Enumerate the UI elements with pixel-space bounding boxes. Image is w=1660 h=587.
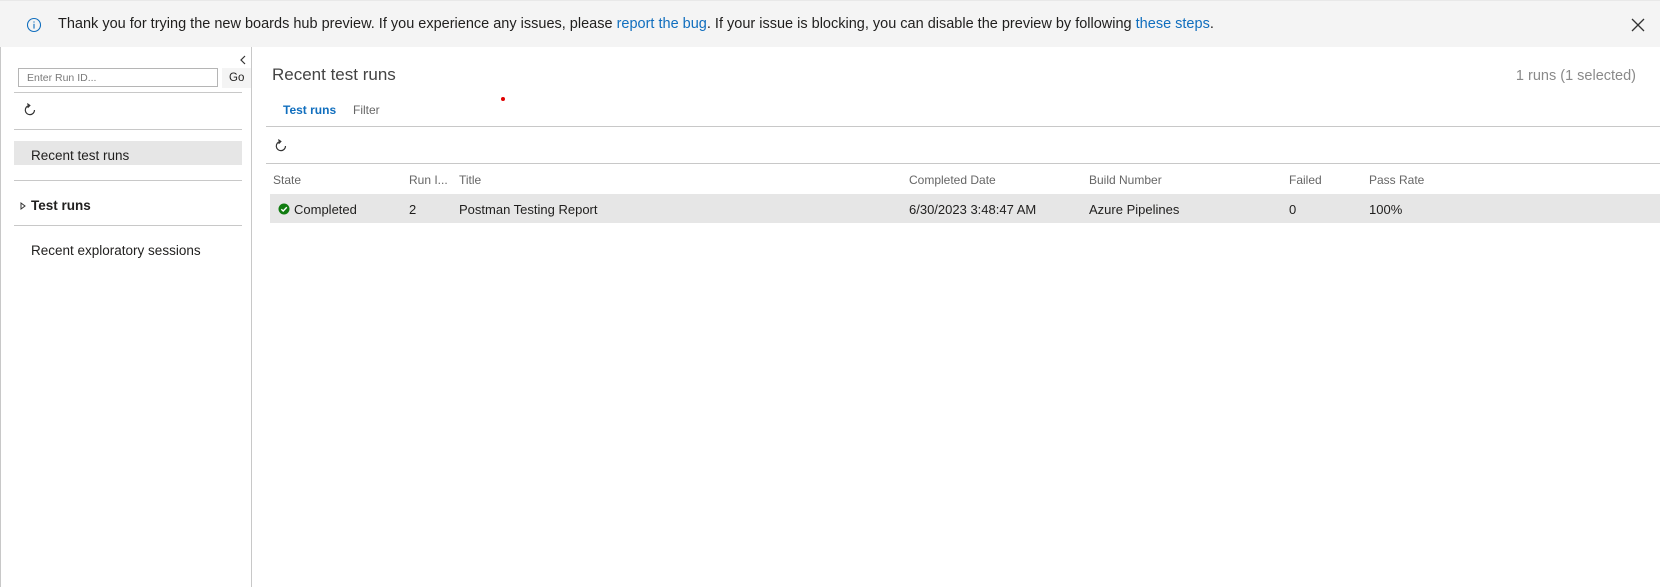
cell-completed-date: 6/30/2023 3:48:47 AM [909, 202, 1037, 217]
cell-pass-rate: 100% [1369, 202, 1403, 217]
cell-title: Postman Testing Report [459, 202, 598, 217]
window-edge [0, 47, 1, 587]
divider [14, 180, 242, 181]
cell-state: Completed [294, 202, 357, 217]
go-button[interactable]: Go [222, 68, 252, 88]
banner-message: Thank you for trying the new boards hub … [58, 16, 1214, 32]
tab-filter[interactable]: Filter [353, 103, 380, 117]
cell-run-id: 2 [409, 202, 417, 217]
close-icon[interactable] [1630, 17, 1646, 33]
info-icon [26, 17, 42, 33]
collapse-pane-icon[interactable] [238, 53, 248, 67]
divider [14, 92, 242, 93]
runs-count: 1 runs (1 selected) [1515, 68, 1636, 84]
column-header-run-id[interactable]: Run I... [409, 173, 448, 187]
cell-failed: 0 [1289, 202, 1297, 217]
nav-test-runs-label: Test runs [31, 198, 91, 213]
page-title: Recent test runs [272, 65, 396, 84]
column-header-pass-rate[interactable]: Pass Rate [1369, 173, 1424, 187]
preview-banner: Thank you for trying the new boards hub … [0, 0, 1660, 47]
refresh-icon[interactable] [273, 138, 289, 154]
report-bug-link[interactable]: report the bug [617, 16, 707, 32]
column-header-build-number[interactable]: Build Number [1089, 173, 1162, 187]
nav-recent-test-runs[interactable]: Recent test runs [14, 141, 242, 165]
column-header-title[interactable]: Title [459, 173, 481, 187]
tab-test-runs[interactable]: Test runs [283, 103, 336, 117]
column-header-completed-date[interactable]: Completed Date [909, 173, 996, 187]
divider [266, 163, 1660, 164]
column-header-failed[interactable]: Failed [1289, 173, 1322, 187]
divider [14, 225, 242, 226]
divider [266, 126, 1660, 127]
nav-recent-exploratory-sessions[interactable]: Recent exploratory sessions [31, 243, 201, 258]
divider [14, 129, 242, 130]
these-steps-link[interactable]: these steps [1136, 16, 1210, 32]
cursor-dot [501, 97, 505, 101]
check-circle-icon [278, 203, 290, 215]
refresh-icon[interactable] [22, 102, 38, 118]
column-header-state[interactable]: State [273, 173, 301, 187]
left-pane [0, 47, 252, 587]
cell-build-number: Azure Pipelines [1089, 202, 1180, 217]
expand-triangle-icon[interactable] [20, 201, 26, 210]
run-id-input[interactable] [18, 68, 218, 87]
nav-test-runs[interactable]: Test runs [20, 198, 91, 213]
